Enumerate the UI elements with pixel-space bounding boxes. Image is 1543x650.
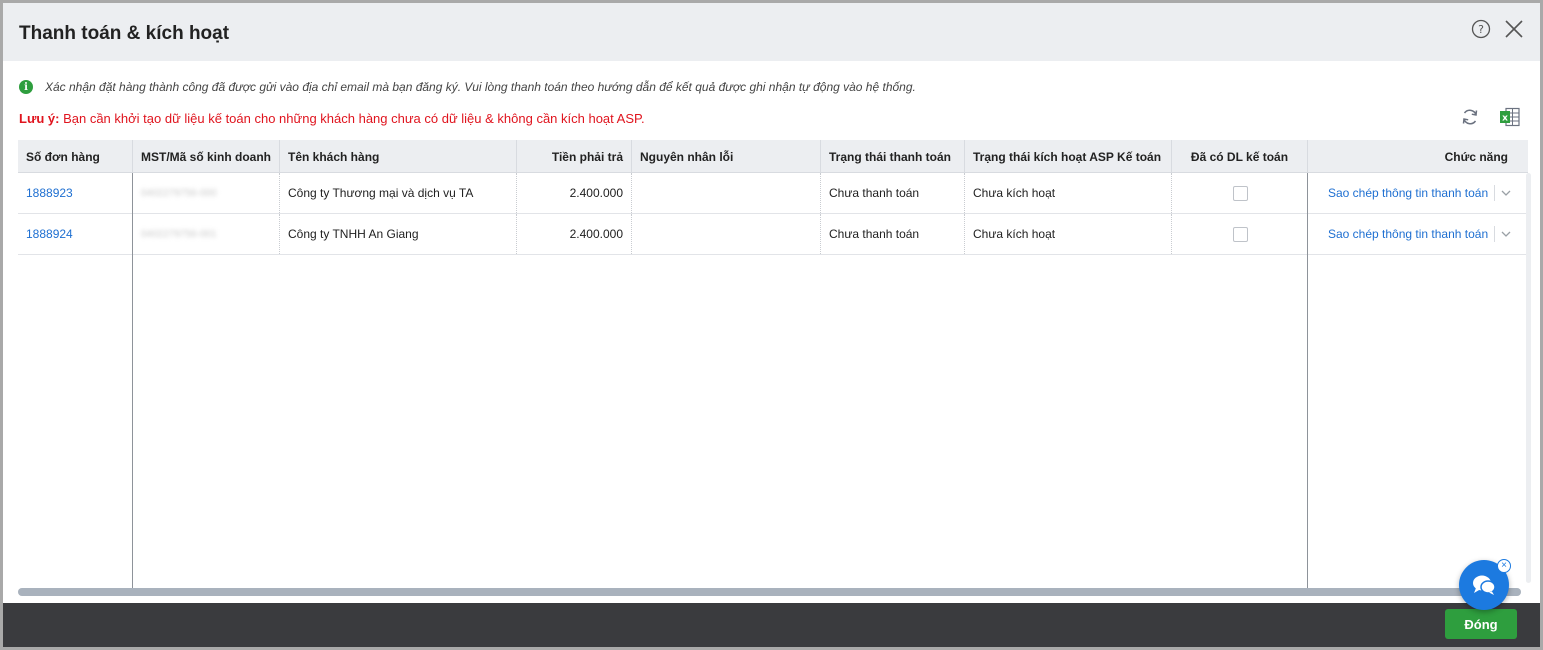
- close-button[interactable]: Đóng: [1445, 609, 1517, 639]
- error-reason: [632, 173, 821, 213]
- table-row[interactable]: 1888924 0402279756-001 Công ty TNHH An G…: [18, 214, 1528, 255]
- tax-code: 0402279756-000: [141, 187, 217, 199]
- col-amount[interactable]: Tiền phải trả: [517, 140, 632, 173]
- order-number-link[interactable]: 1888923: [26, 186, 73, 200]
- has-data-checkbox[interactable]: [1232, 185, 1248, 201]
- customer-name: Công ty Thương mại và dịch vụ TA: [280, 173, 517, 213]
- info-icon: i: [19, 80, 33, 94]
- copy-payment-info-link[interactable]: Sao chép thông tin thanh toán: [1328, 227, 1488, 241]
- payment-status: Chưa thanh toán: [821, 214, 965, 254]
- tax-code: 0402279756-001: [141, 228, 217, 240]
- chevron-down-icon[interactable]: [1494, 226, 1511, 242]
- close-icon[interactable]: [1504, 19, 1524, 39]
- svg-text:x: x: [1502, 114, 1508, 124]
- excel-icon[interactable]: x: [1499, 107, 1521, 127]
- col-tax-code[interactable]: MST/Mã số kinh doanh: [133, 140, 280, 173]
- copy-payment-info-link[interactable]: Sao chép thông tin thanh toán: [1328, 186, 1488, 200]
- col-error-reason[interactable]: Nguyên nhân lỗi: [632, 140, 821, 173]
- chevron-down-icon[interactable]: [1494, 185, 1511, 201]
- col-order-no[interactable]: Số đơn hàng: [18, 140, 133, 173]
- payment-status: Chưa thanh toán: [821, 173, 965, 213]
- col-has-data[interactable]: Đã có DL kế toán: [1172, 140, 1308, 173]
- error-reason: [632, 214, 821, 254]
- amount: 2.400.000: [517, 173, 632, 213]
- refresh-icon[interactable]: [1460, 107, 1480, 127]
- amount: 2.400.000: [517, 214, 632, 254]
- horizontal-scrollbar[interactable]: [18, 588, 1521, 596]
- vertical-scrollbar[interactable]: [1526, 173, 1531, 583]
- activation-status: Chưa kích hoạt: [965, 173, 1172, 213]
- frozen-column-divider: [132, 173, 133, 588]
- orders-table: Số đơn hàng MST/Mã số kinh doanh Tên khá…: [18, 140, 1528, 588]
- dialog-title: Thanh toán & kích hoạt: [19, 23, 230, 44]
- dialog-header: Thanh toán & kích hoạt ?: [3, 3, 1540, 61]
- customer-name: Công ty TNHH An Giang: [280, 214, 517, 254]
- chat-close-icon[interactable]: ×: [1497, 559, 1511, 573]
- activation-status: Chưa kích hoạt: [965, 214, 1172, 254]
- order-number-link[interactable]: 1888924: [26, 227, 73, 241]
- has-data-checkbox[interactable]: [1232, 226, 1248, 242]
- help-icon[interactable]: ?: [1471, 19, 1491, 39]
- frozen-column-divider: [1307, 173, 1308, 588]
- svg-text:?: ?: [1478, 23, 1484, 36]
- table-header: Số đơn hàng MST/Mã số kinh doanh Tên khá…: [18, 140, 1528, 173]
- table-row[interactable]: 1888923 0402279756-000 Công ty Thương mạ…: [18, 173, 1528, 214]
- scrollbar-thumb[interactable]: [18, 588, 1521, 596]
- col-customer[interactable]: Tên khách hàng: [280, 140, 517, 173]
- col-payment-status[interactable]: Trạng thái thanh toán: [821, 140, 965, 173]
- note-text: Bạn cần khởi tạo dữ liệu kế toán cho nhữ…: [59, 111, 645, 126]
- note-label: Lưu ý:: [19, 111, 60, 126]
- info-text: Xác nhận đặt hàng thành công đã được gửi…: [45, 80, 916, 94]
- col-actions: Chức năng: [1444, 149, 1508, 164]
- note-message: Lưu ý: Bạn cần khởi tạo dữ liệu kế toán …: [19, 111, 645, 126]
- info-message: i Xác nhận đặt hàng thành công đã được g…: [19, 78, 916, 96]
- dialog-footer: [3, 603, 1540, 647]
- payment-activation-dialog: Thanh toán & kích hoạt ? i Xác nhận đặt …: [0, 0, 1543, 650]
- col-activation-status[interactable]: Trạng thái kích hoạt ASP Kế toán: [965, 140, 1172, 173]
